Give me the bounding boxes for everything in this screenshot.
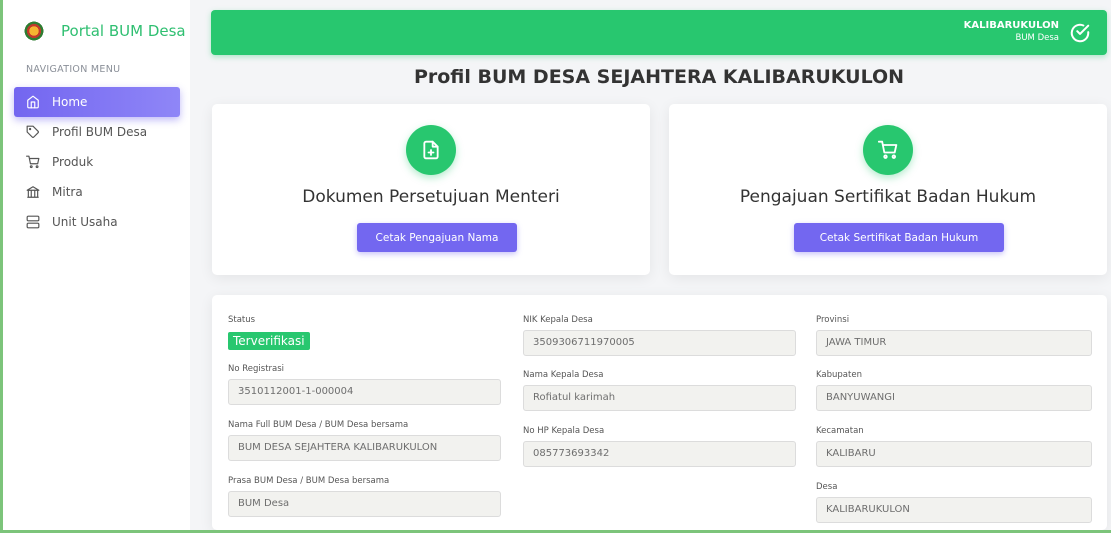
kecamatan-input[interactable]: KALIBARU xyxy=(816,441,1092,467)
sidebar-item-produk[interactable]: Produk xyxy=(14,147,180,177)
sidebar-item-mitra[interactable]: Mitra xyxy=(14,177,180,207)
kabupaten-field: Kabupaten BANYUWANGI xyxy=(816,370,1092,411)
status-field: Status Terverifikasi xyxy=(228,315,501,350)
field-label: No HP Kepala Desa xyxy=(523,426,605,436)
sidebar-item-label: Unit Usaha xyxy=(52,215,118,229)
nik-kepala-input[interactable]: 3509306711970005 xyxy=(523,330,796,356)
provinsi-input[interactable]: JAWA TIMUR xyxy=(816,330,1092,356)
profile-detail-card: Status Terverifikasi No Registrasi 35101… xyxy=(212,295,1107,530)
nik-kepala-field: NIK Kepala Desa 3509306711970005 xyxy=(523,315,796,356)
brand-name: Portal BUM Desa xyxy=(61,22,186,40)
home-icon xyxy=(26,95,40,109)
cetak-pengajuan-nama-button[interactable]: Cetak Pengajuan Nama xyxy=(357,223,517,252)
cart-icon xyxy=(863,125,913,175)
sidebar-item-label: Profil BUM Desa xyxy=(52,125,148,139)
nama-kepala-input[interactable]: Rofiatul karimah xyxy=(523,385,796,411)
server-icon xyxy=(26,215,40,229)
field-label: No Registrasi xyxy=(228,364,285,374)
field-label: Kecamatan xyxy=(816,426,864,436)
sidebar-item-unit-usaha[interactable]: Unit Usaha xyxy=(14,207,180,237)
columns-icon xyxy=(26,185,40,199)
desa-input[interactable]: KALIBARUKULON xyxy=(816,497,1092,523)
field-label: Desa xyxy=(816,482,838,492)
user-menu[interactable]: KALIBARUKULON BUM Desa xyxy=(964,20,1059,43)
village-emblem-icon xyxy=(23,20,45,42)
check-circle-icon[interactable] xyxy=(1069,22,1091,44)
tag-icon xyxy=(26,125,40,139)
no-registrasi-field: No Registrasi 3510112001-1-000004 xyxy=(228,364,501,405)
sidebar-item-label: Home xyxy=(52,95,88,109)
field-label: Nama Kepala Desa xyxy=(523,370,604,380)
prasa-field: Prasa BUM Desa / BUM Desa bersama BUM De… xyxy=(228,476,501,517)
file-plus-icon xyxy=(406,125,456,175)
sidebar-item-label: Produk xyxy=(52,155,94,169)
user-role: BUM Desa xyxy=(1015,33,1059,43)
field-label: Nama Full BUM Desa / BUM Desa bersama xyxy=(228,420,409,430)
kecamatan-field: Kecamatan KALIBARU xyxy=(816,426,1092,467)
field-label: NIK Kepala Desa xyxy=(523,315,593,325)
top-header: KALIBARUKULON BUM Desa xyxy=(211,10,1107,55)
nama-kepala-field: Nama Kepala Desa Rofiatul karimah xyxy=(523,370,796,411)
provinsi-field: Provinsi JAWA TIMUR xyxy=(816,315,1092,356)
card-title: Pengajuan Sertifikat Badan Hukum xyxy=(739,187,1037,207)
status-badge: Terverifikasi xyxy=(228,332,310,350)
hp-kepala-input[interactable]: 085773693342 xyxy=(523,441,796,467)
sidebar-item-profil[interactable]: Profil BUM Desa xyxy=(14,117,180,147)
card-sertifikat-badan-hukum: Pengajuan Sertifikat Badan Hukum Cetak S… xyxy=(669,104,1107,275)
page-title: Profil BUM DESA SEJAHTERA KALIBARUKULON xyxy=(413,66,905,88)
kabupaten-input[interactable]: BANYUWANGI xyxy=(816,385,1092,411)
prasa-input[interactable]: BUM Desa xyxy=(228,491,501,517)
field-label: Prasa BUM Desa / BUM Desa bersama xyxy=(228,476,390,486)
brand[interactable]: Portal BUM Desa xyxy=(3,0,190,62)
no-registrasi-input[interactable]: 3510112001-1-000004 xyxy=(228,379,501,405)
user-name: KALIBARUKULON xyxy=(963,20,1059,31)
field-label: Provinsi xyxy=(816,315,850,325)
sidebar-item-label: Mitra xyxy=(52,185,83,199)
cart-icon xyxy=(26,155,40,169)
hp-kepala-field: No HP Kepala Desa 085773693342 xyxy=(523,426,796,467)
sidebar-item-home[interactable]: Home xyxy=(14,87,180,117)
nama-full-input[interactable]: BUM DESA SEJAHTERA KALIBARUKULON xyxy=(228,435,501,461)
cetak-sertifikat-button[interactable]: Cetak Sertifikat Badan Hukum xyxy=(794,223,1004,252)
card-title: Dokumen Persetujuan Menteri xyxy=(302,187,560,207)
nav-caption: NAVIGATION MENU xyxy=(26,64,121,75)
desa-field: Desa KALIBARUKULON xyxy=(816,482,1092,523)
field-label: Status xyxy=(228,315,256,325)
sidebar: Portal BUM Desa NAVIGATION MENU Home Pro… xyxy=(3,0,190,530)
nama-full-field: Nama Full BUM Desa / BUM Desa bersama BU… xyxy=(228,420,501,461)
card-dokumen-persetujuan: Dokumen Persetujuan Menteri Cetak Pengaj… xyxy=(212,104,650,275)
field-label: Kabupaten xyxy=(816,370,862,380)
